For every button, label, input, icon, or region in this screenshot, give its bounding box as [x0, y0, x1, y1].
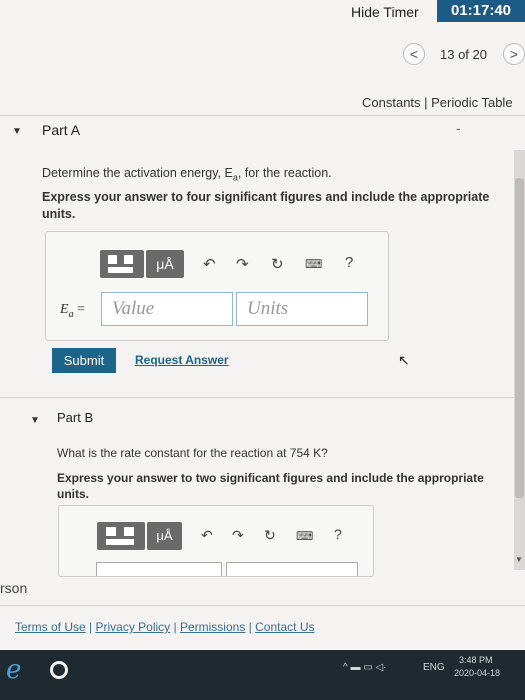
scrollbar-thumb[interactable] [515, 178, 524, 498]
keyboard-icon[interactable]: ⌨ [305, 257, 322, 271]
previous-button[interactable]: < [403, 43, 425, 65]
units-button[interactable]: μÅ [146, 250, 184, 278]
divider [0, 605, 525, 606]
undo-icon[interactable]: ↶ [201, 527, 213, 544]
ea-label: Ea = [60, 302, 85, 320]
next-button[interactable]: > [503, 43, 525, 65]
divider [0, 397, 525, 398]
part-b-question: What is the rate constant for the reacti… [57, 446, 328, 460]
part-a-title[interactable]: Part A [42, 122, 80, 138]
help-button[interactable]: ? [334, 526, 342, 542]
cursor-icon: ↖ [398, 352, 410, 368]
permissions-link[interactable]: Permissions [180, 620, 245, 634]
units-button[interactable]: μÅ [147, 522, 182, 550]
contact-link[interactable]: Contact Us [255, 620, 314, 634]
part-b-title[interactable]: Part B [57, 410, 93, 425]
value-input[interactable]: Value [101, 292, 233, 326]
help-button[interactable]: ? [345, 254, 353, 271]
question-counter: 13 of 20 [440, 47, 487, 62]
clock-date[interactable]: 2020-04-18 [454, 668, 500, 678]
template-button[interactable] [100, 250, 144, 278]
undo-icon[interactable]: ↶ [203, 255, 216, 273]
language-indicator[interactable]: ENG [423, 662, 445, 673]
footer-links: Terms of Use | Privacy Policy | Permissi… [15, 620, 315, 634]
clock-time[interactable]: 3:48 PM [459, 655, 493, 665]
units-input[interactable]: Units [236, 292, 368, 326]
submit-button[interactable]: Submit [52, 348, 116, 373]
units-input[interactable] [226, 562, 358, 576]
timer-display: 01:17:40 [437, 0, 525, 22]
hide-timer-button[interactable]: Hide Timer [351, 4, 419, 20]
part-a-instruction: Express your answer to four significant … [42, 190, 490, 221]
edge-icon[interactable]: e [6, 655, 21, 685]
scroll-down-icon[interactable]: ▼ [515, 555, 523, 564]
terms-link[interactable]: Terms of Use [15, 620, 86, 634]
browser-icon[interactable] [50, 661, 68, 679]
divider [0, 115, 525, 116]
taskbar [0, 650, 525, 700]
template-icon [106, 527, 134, 545]
reset-icon[interactable]: ↻ [264, 527, 276, 544]
template-button[interactable] [97, 522, 145, 550]
keyboard-icon[interactable]: ⌨ [296, 529, 313, 543]
value-input[interactable] [96, 562, 222, 576]
privacy-link[interactable]: Privacy Policy [95, 620, 170, 634]
part-a-question: Determine the activation energy, Ea, for… [42, 166, 332, 183]
request-answer-link[interactable]: Request Answer [135, 353, 229, 367]
caret-down-icon[interactable]: ▼ [12, 126, 22, 137]
constants-periodic-table-links[interactable]: Constants | Periodic Table [362, 95, 513, 110]
caret-down-icon[interactable]: ▼ [30, 415, 40, 426]
template-icon [108, 255, 133, 273]
reset-icon[interactable]: ↻ [271, 255, 284, 273]
redo-icon[interactable]: ↷ [232, 527, 244, 544]
brand-text: rson [0, 580, 28, 596]
part-b-instruction: Express your answer to two significant f… [57, 471, 484, 501]
redo-icon[interactable]: ↷ [236, 255, 249, 273]
collapse-icon[interactable]: - [456, 120, 461, 136]
system-tray-icons[interactable]: ^ ▬ ▭ ◁· [343, 662, 387, 673]
